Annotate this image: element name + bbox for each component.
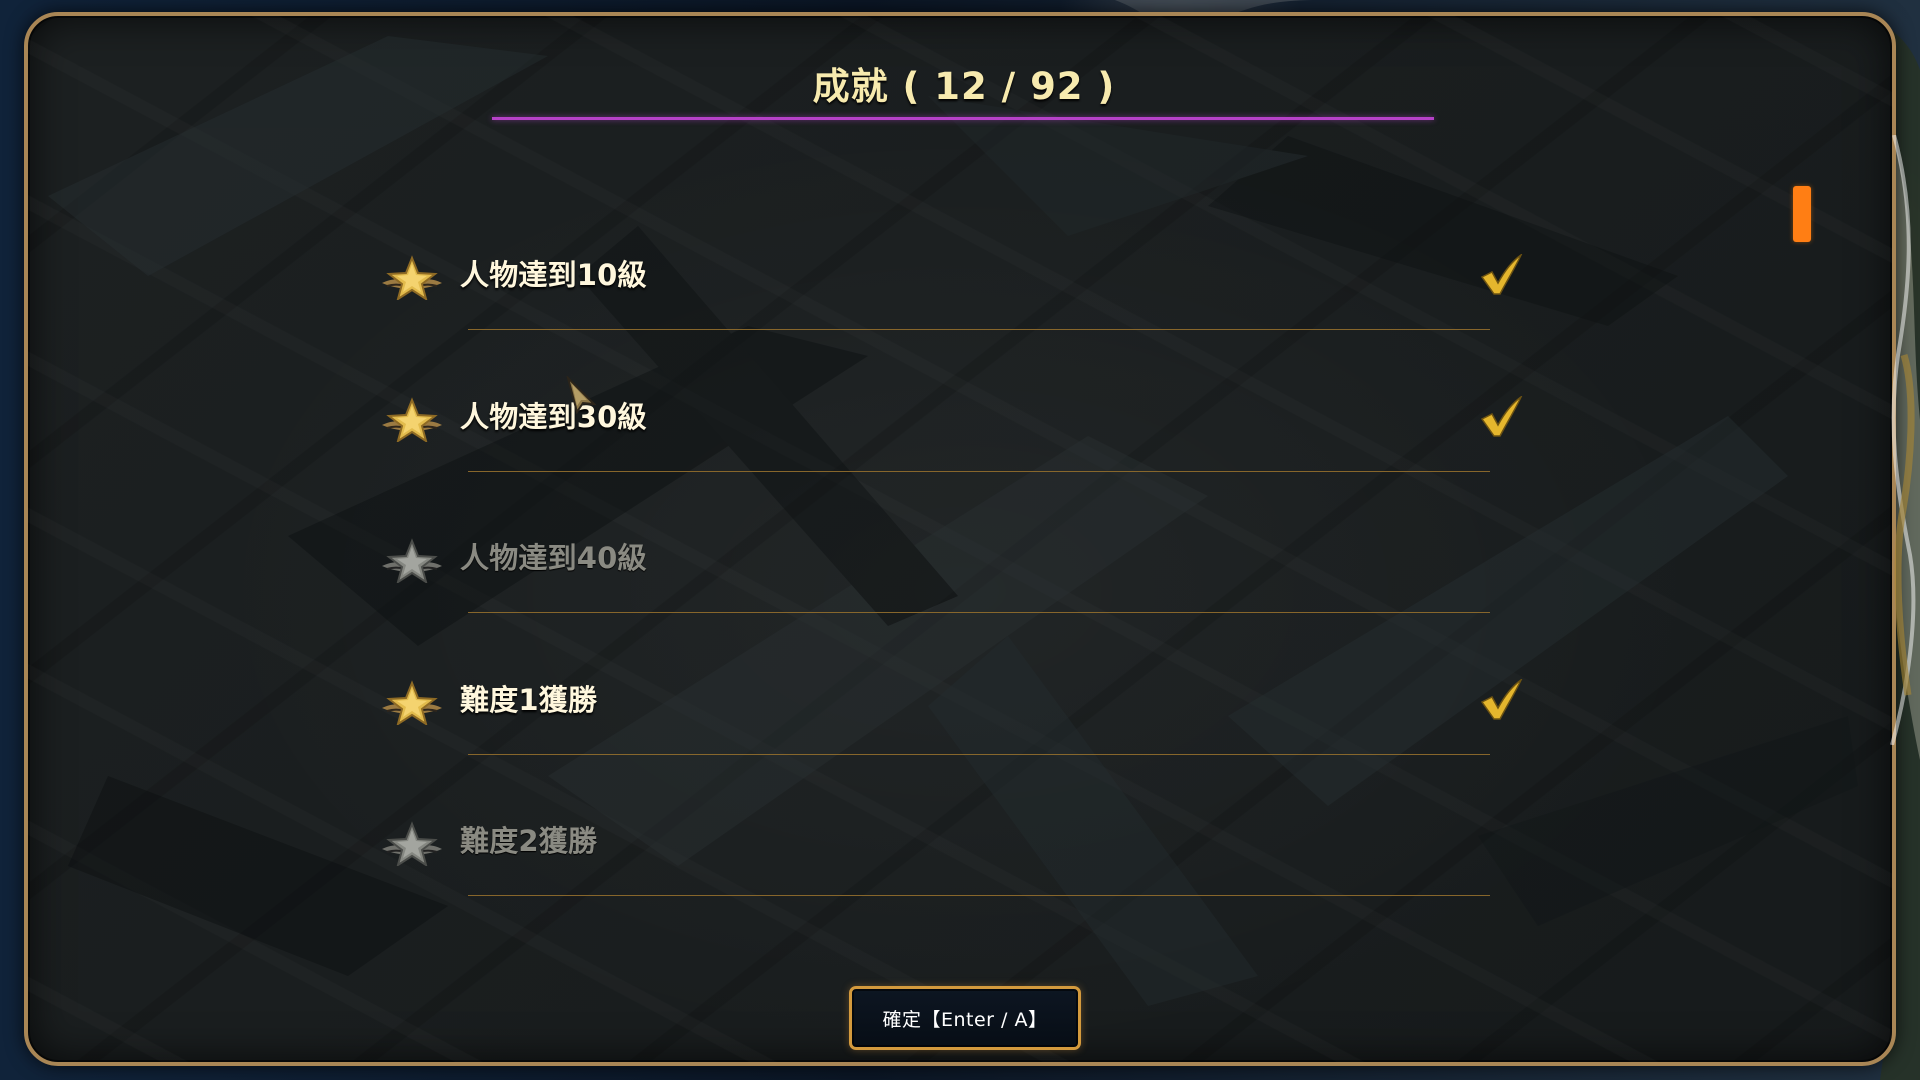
- achievement-screen: 成就 ( 12 / 92 ) 人物達到10級 人物達到30級 人物達到40級 難…: [0, 0, 1920, 1080]
- achievement-label: 難度2獲勝: [460, 824, 598, 858]
- achievement-list: 人物達到10級 人物達到30級 人物達到40級 難度1獲勝 難度2獲勝: [28, 16, 1892, 1062]
- gold-medal-icon: [382, 255, 442, 300]
- achievement-row[interactable]: 人物達到30級: [380, 352, 1524, 472]
- achievement-row[interactable]: 人物達到10級: [380, 210, 1524, 330]
- check-icon: [1480, 396, 1523, 437]
- achievement-label: 人物達到10級: [460, 258, 647, 292]
- gold-medal-icon: [382, 680, 442, 725]
- achievement-row[interactable]: 難度1獲勝: [380, 635, 1524, 755]
- silver-medal-icon: [382, 538, 442, 583]
- scrollbar-thumb[interactable]: [1793, 186, 1811, 242]
- row-divider: [468, 329, 1490, 330]
- gold-medal-icon: [382, 397, 442, 442]
- achievement-row[interactable]: 人物達到40級: [380, 493, 1524, 613]
- achievement-row[interactable]: 難度2獲勝: [380, 776, 1524, 896]
- row-divider: [468, 612, 1490, 613]
- check-icon: [1480, 254, 1523, 295]
- achievement-panel: 成就 ( 12 / 92 ) 人物達到10級 人物達到30級 人物達到40級 難…: [24, 12, 1896, 1066]
- row-divider: [468, 754, 1490, 755]
- achievement-label: 人物達到40級: [460, 541, 647, 575]
- confirm-button[interactable]: 確定【Enter / A】: [849, 986, 1081, 1050]
- row-divider: [468, 471, 1490, 472]
- check-icon: [1480, 679, 1523, 720]
- silver-medal-icon: [382, 821, 442, 866]
- row-divider: [468, 895, 1490, 896]
- achievement-label: 難度1獲勝: [460, 683, 598, 717]
- achievement-label: 人物達到30級: [460, 400, 647, 434]
